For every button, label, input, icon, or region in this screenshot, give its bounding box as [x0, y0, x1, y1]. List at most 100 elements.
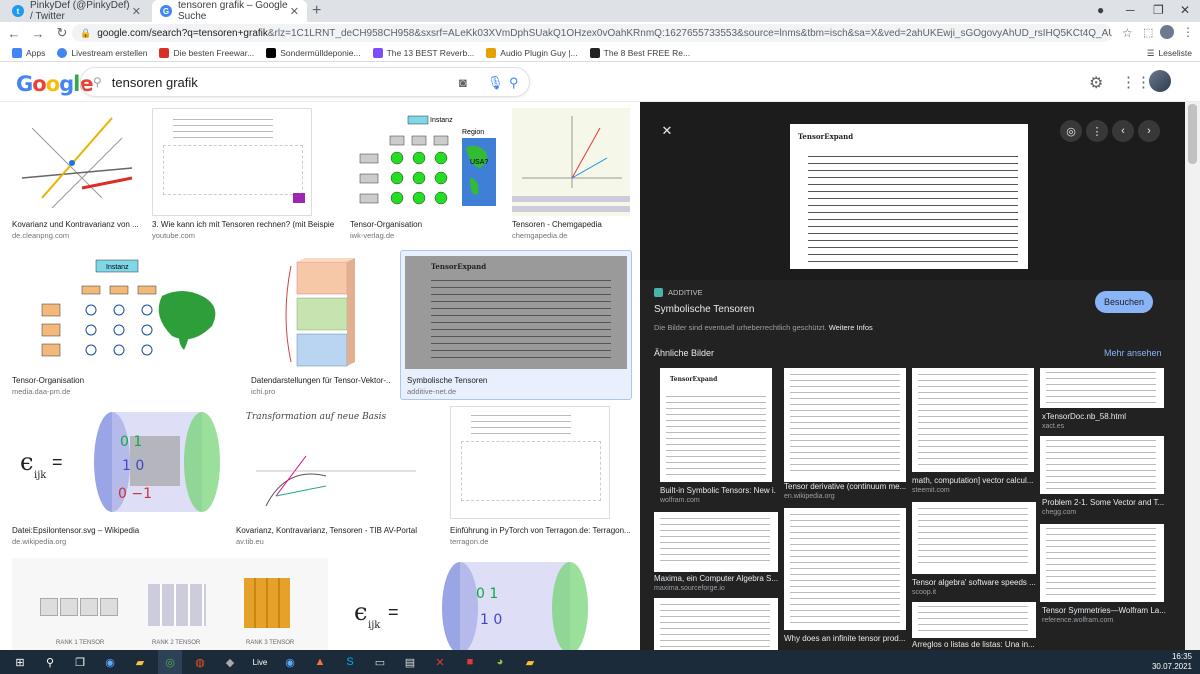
- result-card[interactable]: Instanz Region USA? Tensor-Organisation …: [350, 108, 500, 240]
- result-thumbnail[interactable]: [12, 108, 140, 216]
- similar-caption[interactable]: Tensor derivative (continuum me...: [784, 482, 908, 491]
- camera-icon[interactable]: ◙: [459, 75, 467, 90]
- live-app-icon[interactable]: Live: [248, 650, 272, 674]
- bookmark-audio-plugin[interactable]: Audio Plugin Guy |...: [486, 47, 578, 58]
- bookmark-sondermuell[interactable]: Sondermülldeponie...: [266, 47, 361, 58]
- see-more-link[interactable]: Mehr ansehen: [1104, 348, 1162, 358]
- result-caption[interactable]: Symbolische Tensoren: [407, 376, 627, 385]
- similar-caption[interactable]: Built-in Symbolic Tensors: New i...: [660, 486, 776, 495]
- similar-caption[interactable]: Problem 2-1. Some Vector and T...: [1042, 498, 1166, 507]
- viewer-title[interactable]: Symbolische Tensoren: [654, 304, 754, 315]
- result-thumbnail[interactable]: Transformation auf neue Basis: [236, 406, 432, 519]
- address-bar[interactable]: 🔒 google.com/search?q=tensoren+grafik &r…: [72, 24, 1112, 42]
- app-icon[interactable]: ◉: [278, 650, 302, 674]
- viewer-site[interactable]: ADDITIVE: [654, 288, 703, 297]
- result-caption[interactable]: Kovarianz, Kontravarianz, Tensoren - TIB…: [236, 526, 436, 535]
- similar-thumbnail[interactable]: [1040, 524, 1164, 602]
- similar-thumbnail[interactable]: [1040, 368, 1164, 408]
- extensions-icon[interactable]: ⬚: [1143, 26, 1153, 39]
- result-card[interactable]: Instanz Tensor-Organisation media.daa-pm…: [12, 256, 238, 396]
- preview-image[interactable]: TensorExpand: [790, 124, 1028, 269]
- search-submit-icon[interactable]: ⚲: [509, 75, 519, 91]
- result-thumbnail[interactable]: [152, 108, 312, 216]
- gear-icon[interactable]: ⚙: [1089, 73, 1103, 93]
- bookmark-apps[interactable]: Apps: [12, 47, 45, 58]
- result-caption[interactable]: Tensoren - Chemgapedia: [512, 220, 630, 229]
- tab-twitter[interactable]: t PinkyDef (@PinkyDef) / Twitter ✕: [4, 0, 149, 22]
- similar-caption[interactable]: xTensorDoc.nb_58.html: [1042, 412, 1166, 421]
- result-thumbnail[interactable]: TensorExpand: [405, 256, 627, 369]
- search-icon[interactable]: ⚲: [38, 650, 62, 674]
- bookmark-livestream[interactable]: Livestream erstellen: [57, 47, 147, 58]
- new-tab-button[interactable]: +: [312, 2, 321, 20]
- similar-thumbnail[interactable]: [654, 598, 778, 650]
- close-icon[interactable]: ✕: [132, 5, 141, 18]
- result-caption[interactable]: Datei:Epsilontensor.svg – Wikipedia: [12, 526, 226, 535]
- result-thumbnail[interactable]: Instanz: [12, 256, 238, 369]
- result-card-selected[interactable]: TensorExpand Symbolische Tensoren additi…: [400, 250, 632, 400]
- bookmark-reverb[interactable]: The 13 BEST Reverb...: [372, 47, 474, 58]
- profile-dropdown-icon[interactable]: ●: [1097, 3, 1104, 17]
- app-icon[interactable]: ▭: [368, 650, 392, 674]
- chrome-icon[interactable]: ◎: [158, 650, 182, 674]
- close-icon[interactable]: ✕: [290, 5, 299, 18]
- result-card[interactable]: 0 1 1 0 ϵ ijk =: [340, 558, 630, 650]
- similar-caption[interactable]: math, computation] vector calcul...: [912, 476, 1034, 485]
- apps-grid-icon[interactable]: ⋮⋮: [1121, 73, 1151, 91]
- similar-thumbnail[interactable]: TensorExpand: [660, 368, 772, 482]
- close-window-button[interactable]: ✕: [1180, 3, 1190, 17]
- result-caption[interactable]: Datendarstellungen für Tensor-Vektor-...: [251, 376, 391, 385]
- similar-caption[interactable]: Maxima, ein Computer Algebra S...: [654, 574, 778, 583]
- bookmark-freeware[interactable]: Die besten Freewar...: [159, 47, 254, 58]
- result-caption[interactable]: 3. Wie kann ich mit Tensoren rechnen? (m…: [152, 220, 334, 229]
- visit-button[interactable]: Besuchen: [1095, 291, 1153, 313]
- close-icon[interactable]: ✕: [656, 120, 678, 142]
- similar-thumbnail[interactable]: [912, 502, 1036, 574]
- result-card[interactable]: 3. Wie kann ich mit Tensoren rechnen? (m…: [152, 108, 334, 240]
- app-icon[interactable]: ▲: [308, 650, 332, 674]
- bookmark-star-icon[interactable]: ☆: [1122, 26, 1133, 40]
- similar-thumbnail[interactable]: [1040, 436, 1164, 494]
- back-button[interactable]: ←: [4, 26, 24, 41]
- windows-start-icon[interactable]: ⊞: [8, 650, 32, 674]
- menu-icon[interactable]: ⋮: [1182, 25, 1194, 39]
- result-thumbnail[interactable]: 0 1 1 0 0 −1 ϵ ijk =: [12, 406, 226, 519]
- result-card[interactable]: Kovarianz und Kontravarianz von ... de.c…: [12, 108, 140, 240]
- result-card[interactable]: 0 1 1 0 0 −1 ϵ ijk = Datei:Epsilontensor…: [12, 406, 226, 546]
- forward-button[interactable]: →: [28, 26, 48, 41]
- result-card[interactable]: Einführung in PyTorch von Terragon.de: T…: [450, 406, 632, 546]
- result-thumbnail[interactable]: Instanz Region USA?: [350, 108, 500, 216]
- previous-icon[interactable]: ‹: [1112, 120, 1134, 142]
- reading-list[interactable]: ☰ Leseliste: [1147, 44, 1192, 62]
- ubuntu-icon[interactable]: ◍: [188, 650, 212, 674]
- result-card[interactable]: Datendarstellungen für Tensor-Vektor-...…: [251, 256, 391, 396]
- result-caption[interactable]: Kovarianz und Kontravarianz von ...: [12, 220, 140, 229]
- profile-avatar[interactable]: [1160, 25, 1174, 39]
- system-clock[interactable]: 16:35 30.07.2021: [1152, 652, 1192, 672]
- scrollbar-thumb[interactable]: [1188, 104, 1197, 164]
- bookmark-best-free[interactable]: The 8 Best FREE Re...: [589, 47, 690, 58]
- result-caption[interactable]: Tensor-Organisation: [12, 376, 238, 385]
- similar-caption[interactable]: Why does an infinite tensor prod...: [784, 634, 908, 643]
- similar-thumbnail[interactable]: [654, 512, 778, 572]
- skype-icon[interactable]: S: [338, 650, 362, 674]
- similar-thumbnail[interactable]: [912, 602, 1036, 638]
- minimize-button[interactable]: ─: [1126, 3, 1135, 17]
- similar-thumbnail[interactable]: [784, 508, 906, 630]
- more-info-link[interactable]: Weitere Infos: [829, 323, 873, 332]
- app-icon[interactable]: ■: [458, 650, 482, 674]
- maximize-button[interactable]: ❐: [1153, 3, 1164, 17]
- result-thumbnail[interactable]: 0 1 1 0 ϵ ijk =: [340, 558, 630, 650]
- search-box[interactable]: ⚲ tensoren grafik ◙ 🎙 ⚲: [80, 67, 530, 97]
- lens-icon[interactable]: ◎: [1060, 120, 1082, 142]
- edge-icon[interactable]: ◉: [98, 650, 122, 674]
- result-caption[interactable]: Tensor-Organisation: [350, 220, 500, 229]
- reload-button[interactable]: ↻: [52, 25, 72, 41]
- app-icon[interactable]: ◆: [218, 650, 242, 674]
- result-card[interactable]: Transformation auf neue Basis Kovarianz,…: [236, 406, 436, 546]
- tab-google-search[interactable]: G tensoren grafik – Google Suche ✕: [152, 0, 307, 22]
- result-caption[interactable]: Einführung in PyTorch von Terragon.de: T…: [450, 526, 632, 535]
- next-icon[interactable]: ›: [1138, 120, 1160, 142]
- file-explorer-icon[interactable]: ▰: [128, 650, 152, 674]
- app-icon[interactable]: ▤: [398, 650, 422, 674]
